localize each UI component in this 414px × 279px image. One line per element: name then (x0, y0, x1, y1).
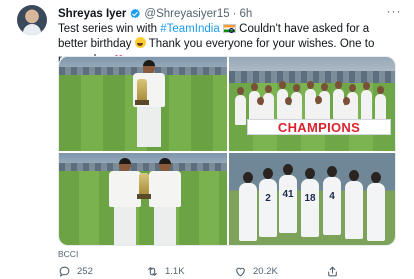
jersey-number: 4 (329, 191, 335, 202)
retweet-icon (148, 267, 157, 276)
grinning-emoji-icon (134, 37, 146, 48)
tweet-header: Shreyas Iyer @Shreyasiyer15 · 6h (58, 6, 252, 22)
player-back-18: 18 (301, 168, 319, 237)
photo-team-champions[interactable]: CHAMPIONS (229, 57, 395, 151)
more-options-icon[interactable]: ··· (384, 5, 404, 20)
hashtag-link[interactable]: #TeamIndia (160, 23, 219, 35)
player-back-2: 2 (259, 168, 277, 237)
photo-trophy-solo[interactable] (59, 57, 227, 151)
tweet-timestamp[interactable]: 6h (239, 8, 252, 20)
retweet-count: 1.1K (165, 266, 185, 277)
share-button[interactable] (326, 265, 339, 278)
trophy-icon (137, 173, 151, 199)
retweet-button[interactable]: 1.1K (146, 265, 185, 278)
like-button[interactable]: 20.2K (234, 265, 278, 278)
tweet-actions: 252 1.1K 20.2K (58, 265, 398, 279)
reply-icon (59, 266, 70, 277)
player-back-41: 41 (279, 164, 297, 233)
share-icon (328, 266, 337, 277)
player-back-4: 4 (323, 166, 341, 235)
photo-duo-trophy[interactable] (59, 153, 227, 245)
player-back (367, 172, 385, 241)
trophy-icon (135, 79, 149, 105)
player-back (239, 172, 257, 241)
media-credit: BCCI (58, 249, 79, 259)
author-name[interactable]: Shreyas Iyer (58, 8, 126, 20)
author-handle[interactable]: @Shreyasiyer15 (144, 8, 229, 20)
author-avatar[interactable] (17, 5, 47, 35)
jersey-number: 41 (282, 189, 294, 200)
champions-banner-text: CHAMPIONS (277, 120, 361, 135)
header-separator: · (232, 8, 237, 20)
photo-team-celebration[interactable]: 2 41 18 4 (229, 153, 395, 245)
like-count: 20.2K (253, 266, 278, 277)
like-icon (236, 267, 245, 277)
champions-banner: CHAMPIONS (247, 119, 391, 135)
jersey-number: 2 (265, 193, 271, 204)
reply-button[interactable]: 252 (58, 265, 93, 278)
jersey-number: 18 (304, 193, 316, 204)
media-grid: CHAMPIONS 2 41 18 4 (58, 56, 396, 246)
verified-badge-icon (131, 8, 141, 19)
player-back (345, 170, 363, 239)
tweet-text-part1: Test series win with (58, 23, 161, 35)
tweet[interactable]: Shreyas Iyer @Shreyasiyer15 · 6h ··· Tes… (0, 0, 414, 279)
reply-count: 252 (77, 266, 93, 277)
india-flag-emoji-icon (222, 24, 236, 33)
